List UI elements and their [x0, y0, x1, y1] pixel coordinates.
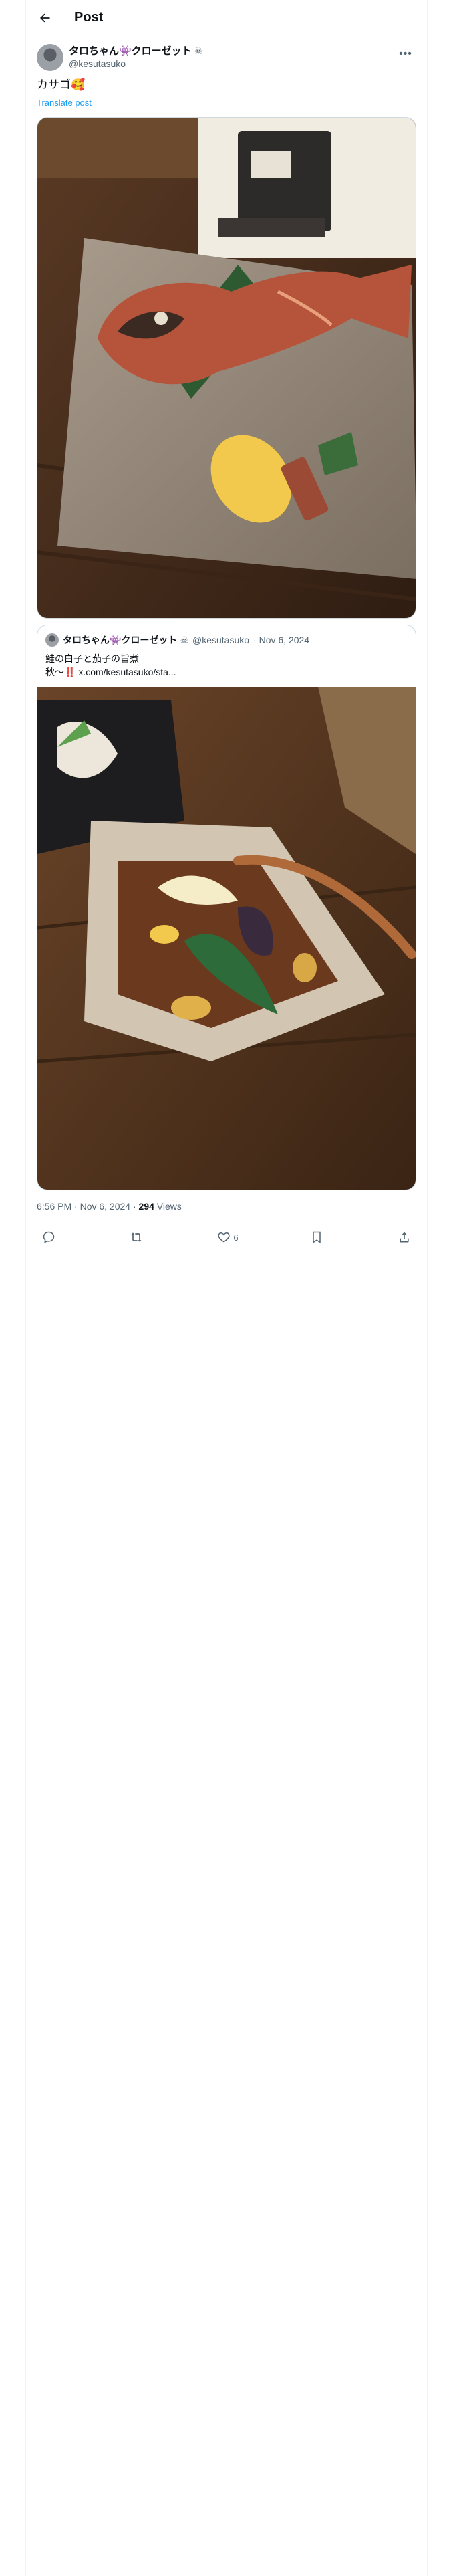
quote-photo[interactable]: [37, 687, 416, 1190]
quote-date: · Nov 6, 2024: [253, 635, 310, 645]
views-count: 294: [138, 1201, 154, 1212]
meta-separator: ·: [130, 1201, 139, 1212]
grilled-fish-photo: [37, 118, 416, 618]
bookmark-icon: [313, 1231, 321, 1243]
more-button[interactable]: •••: [396, 47, 415, 62]
skull-badge-icon: ☠: [194, 45, 203, 56]
views-label: Views: [154, 1201, 182, 1212]
repost-button[interactable]: [130, 1230, 146, 1244]
quote-header: タロちゃん👾クローゼット ☠ @kesutasuko · Nov 6, 2024: [45, 633, 309, 647]
quote-text: 鮭の白子と茄子の旨煮 秋〜‼️ x.com/kesutasuko/sta...: [45, 652, 176, 679]
quote-text-line2: 秋〜‼️ x.com/kesutasuko/sta...: [45, 667, 176, 677]
like-icon: [218, 1232, 230, 1243]
reply-button[interactable]: [42, 1230, 58, 1244]
back-arrow-icon: [40, 13, 50, 23]
top-bar: Post: [26, 0, 427, 35]
author-display-name: タロちゃん👾クローゼット: [69, 45, 192, 57]
like-button[interactable]: 6: [217, 1230, 239, 1244]
author-name[interactable]: タロちゃん👾クローゼット ☠: [69, 44, 202, 58]
quoted-post[interactable]: タロちゃん👾クローゼット ☠ @kesutasuko · Nov 6, 2024…: [37, 625, 416, 1190]
action-bar: 6: [37, 1221, 416, 1253]
bookmark-button[interactable]: [310, 1230, 326, 1244]
share-button[interactable]: [398, 1230, 411, 1244]
quote-author-name: タロちゃん👾クローゼット: [63, 635, 178, 645]
more-icon: •••: [399, 48, 412, 60]
quote-skull-badge-icon: ☠: [180, 634, 188, 645]
author-handle[interactable]: @kesutasuko: [69, 58, 126, 70]
quote-handle: @kesutasuko: [192, 635, 250, 645]
post-timestamp[interactable]: 6:56 PM · Nov 6, 2024: [37, 1201, 130, 1212]
reply-icon: [43, 1231, 55, 1243]
quote-text-line1: 鮭の白子と茄子の旨煮: [45, 653, 139, 664]
post-column: Post タロちゃん👾クローゼット ☠ @kesutasuko ••• カサゴ🥰 …: [25, 0, 428, 2576]
like-count: 6: [233, 1232, 239, 1243]
simmered-dish-photo: [37, 687, 416, 1190]
post-text: カサゴ🥰: [37, 78, 86, 91]
back-button[interactable]: [35, 9, 54, 27]
author-row: タロちゃん👾クローゼット ☠ @kesutasuko •••: [37, 43, 416, 72]
page-title: Post: [74, 10, 104, 25]
quote-avatar: [45, 633, 59, 647]
share-icon: [400, 1232, 409, 1243]
translate-link[interactable]: Translate post: [37, 98, 92, 108]
post-meta: 6:56 PM · Nov 6, 2024 · 294 Views: [37, 1201, 182, 1212]
post-photo[interactable]: [37, 117, 416, 619]
avatar[interactable]: [37, 44, 63, 71]
repost-icon: [131, 1232, 142, 1242]
